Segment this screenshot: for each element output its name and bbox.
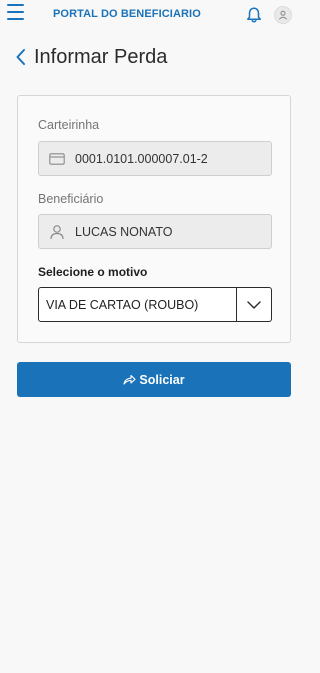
loss-report-form: Carteirinha 0001.0101.000007.01-2 Benefi…: [17, 95, 291, 343]
user-avatar-icon[interactable]: [274, 6, 292, 24]
hamburger-menu-icon[interactable]: [7, 4, 24, 20]
user-icon: [49, 224, 65, 240]
beneficiary-field: LUCAS NONATO: [38, 214, 272, 249]
chevron-down-icon[interactable]: [236, 288, 271, 321]
submit-button-label: Soliciar: [139, 372, 185, 387]
reason-selected-value: VIA DE CARTAO (ROUBO): [46, 297, 199, 312]
top-bar: PORTAL DO BENEFICIARIO: [0, 0, 308, 30]
reason-select[interactable]: VIA DE CARTAO (ROUBO): [38, 287, 272, 322]
page-title: Informar Perda: [34, 45, 168, 68]
bell-icon[interactable]: [245, 6, 263, 24]
share-arrow-icon: [123, 374, 136, 386]
portal-brand: PORTAL DO BENEFICIARIO: [53, 8, 201, 20]
card-number-label: Carteirinha: [38, 118, 100, 132]
page-header: Informar Perda: [15, 44, 167, 70]
card-number-field: 0001.0101.000007.01-2: [38, 141, 272, 176]
card-number-value: 0001.0101.000007.01-2: [75, 151, 208, 166]
beneficiary-label: Beneficiário: [38, 192, 104, 206]
back-chevron-icon[interactable]: [15, 47, 29, 67]
reason-label: Selecione o motivo: [38, 265, 148, 279]
beneficiary-value: LUCAS NONATO: [75, 224, 173, 239]
credit-card-icon: [49, 151, 65, 167]
submit-request-button[interactable]: Soliciar: [17, 362, 291, 397]
